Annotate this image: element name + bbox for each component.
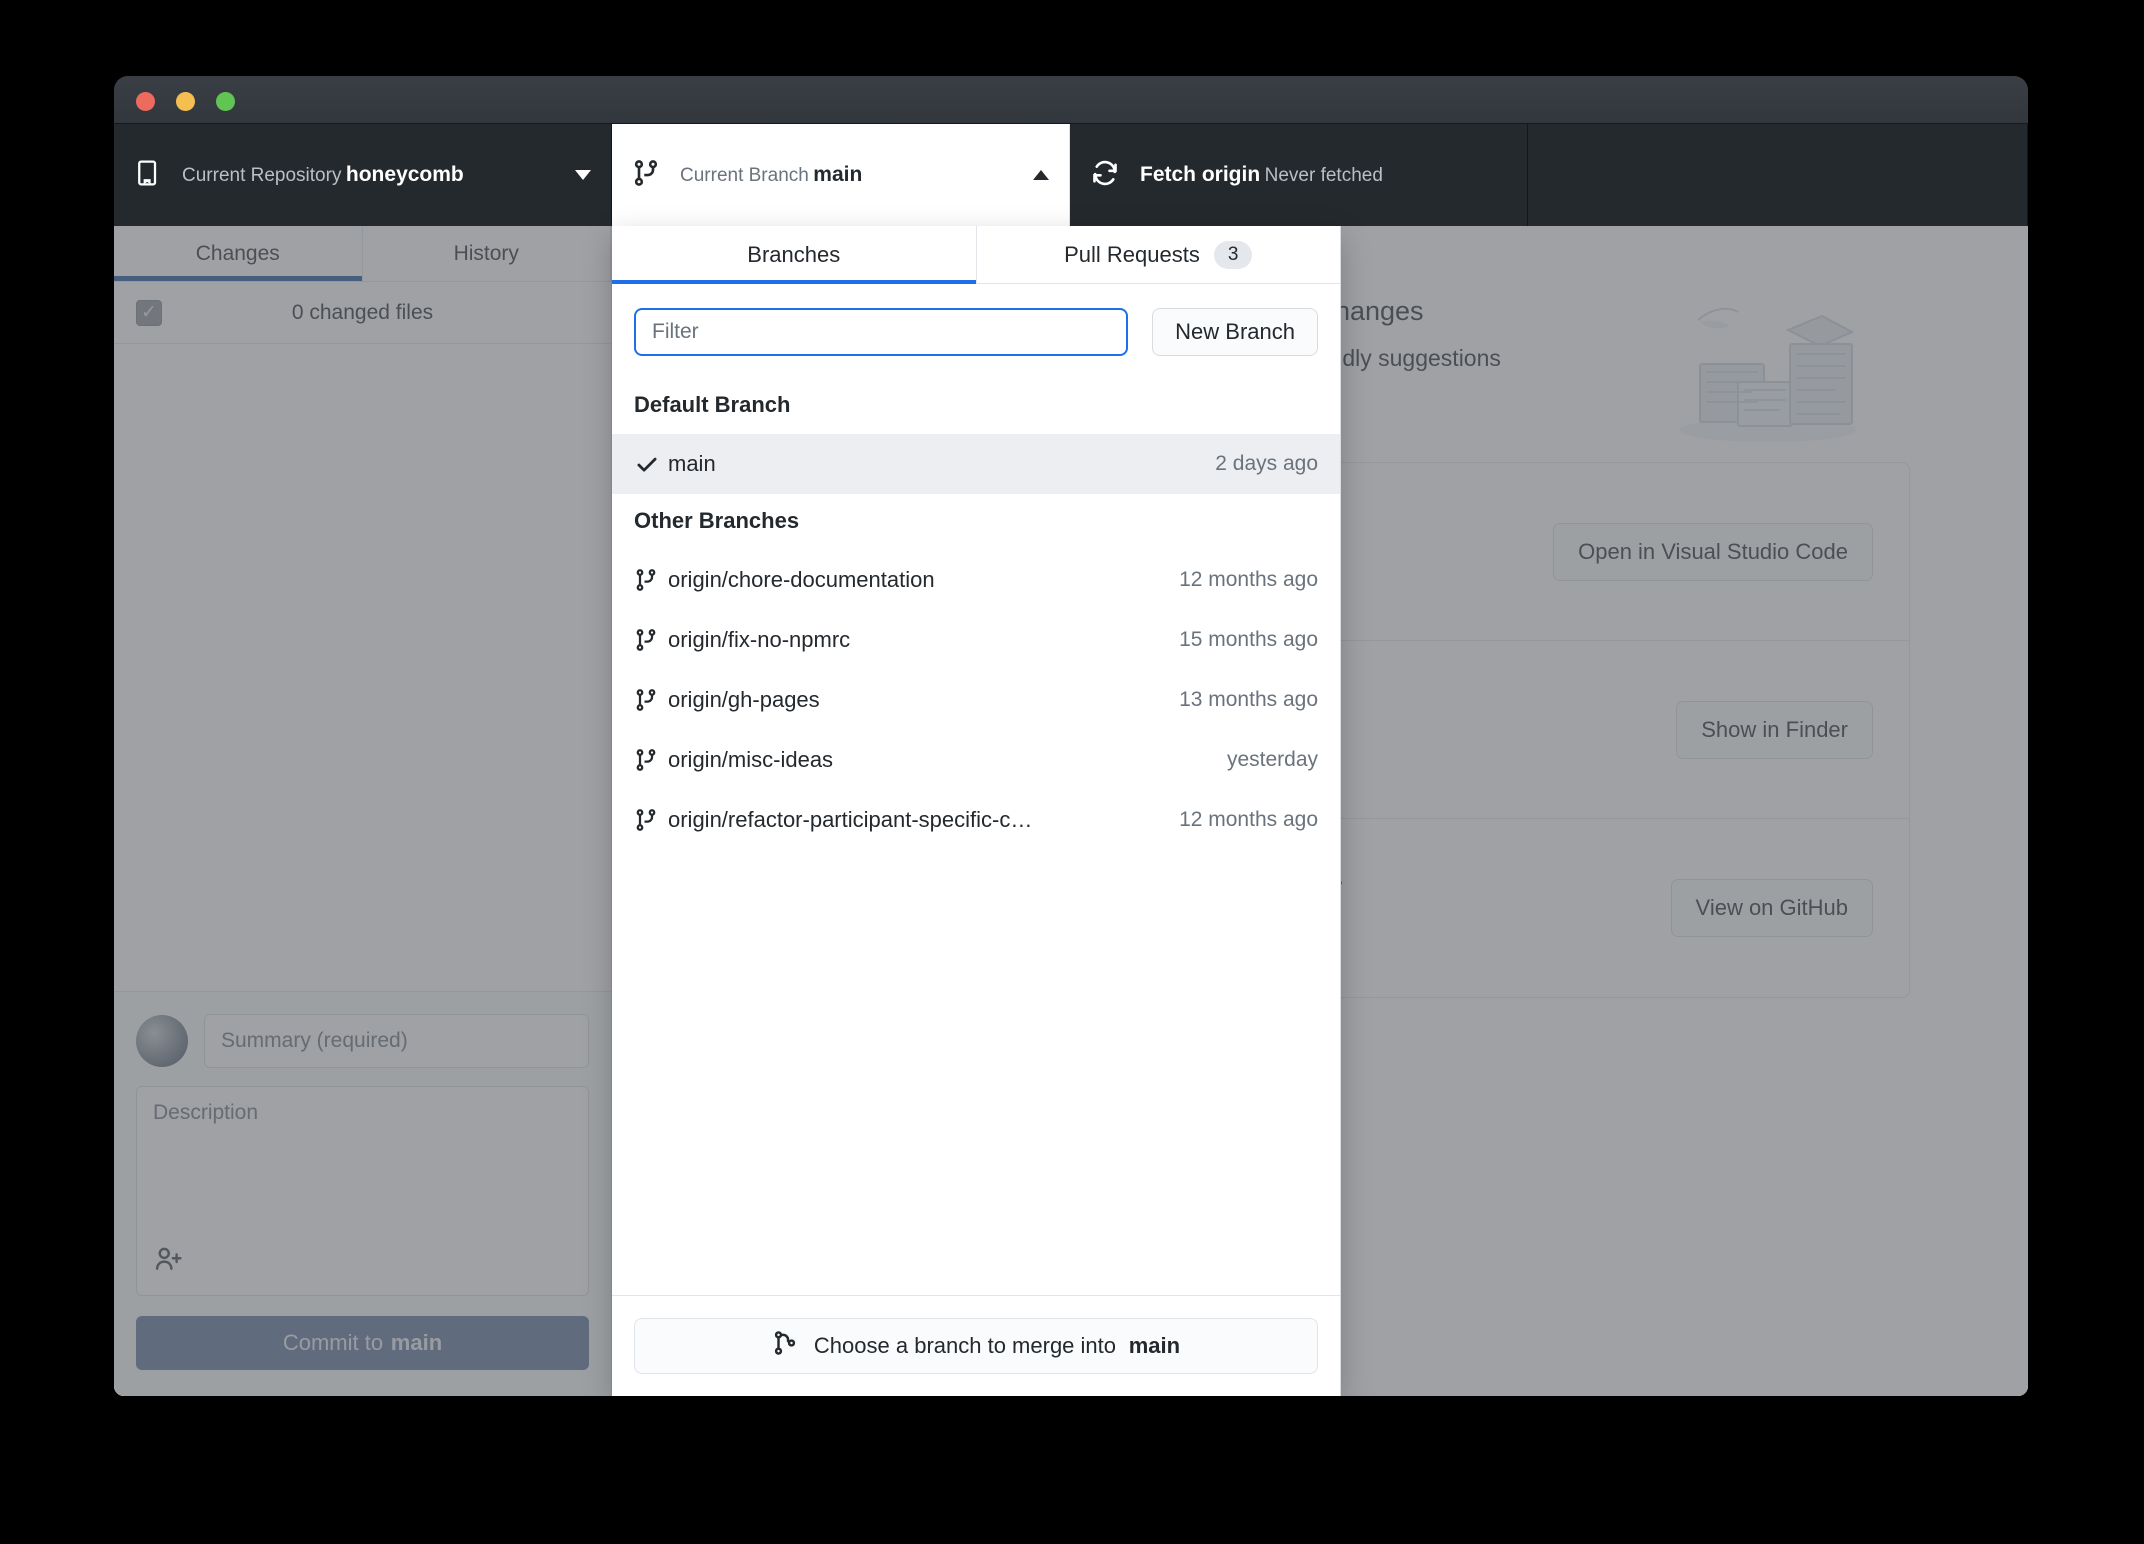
tab-history-label: History xyxy=(453,241,519,265)
branch-group-header: Default Branch xyxy=(634,392,791,417)
changed-file-list[interactable] xyxy=(114,344,611,991)
show-in-finder-button[interactable]: Show in Finder xyxy=(1676,700,1873,759)
branch-list[interactable]: Default Branch main 2 days ago Other Bra… xyxy=(612,378,1340,1295)
github-desktop-window: Current Repository honeycomb Current Bra… xyxy=(114,76,2028,1396)
git-branch-icon xyxy=(632,159,660,192)
merge-button-prefix: Choose a branch to merge into xyxy=(813,1333,1123,1358)
branch-dropdown-panel: Branches Pull Requests 3 Filter New Bran… xyxy=(612,226,1341,1396)
summary-input[interactable]: Summary (required) xyxy=(204,1014,589,1068)
add-coauthor-icon[interactable] xyxy=(153,1244,183,1281)
branch-dropdown-tabs: Branches Pull Requests 3 xyxy=(612,226,1340,284)
avatar xyxy=(136,1015,188,1067)
tab-changes-label: Changes xyxy=(195,241,280,265)
fetch-origin-button[interactable]: Fetch origin Never fetched xyxy=(1070,124,1528,226)
git-branch-icon xyxy=(634,628,668,652)
tab-pull-requests-label: Pull Requests xyxy=(1064,241,1200,267)
current-repository-button[interactable]: Current Repository honeycomb xyxy=(114,124,612,226)
tab-branches[interactable]: Branches xyxy=(612,226,977,284)
git-branch-icon xyxy=(634,748,668,772)
branch-date: yesterday xyxy=(1226,748,1318,771)
branch-list-item[interactable]: origin/refactor-participant-specific-c… … xyxy=(612,790,1340,850)
branch-date: 12 months ago xyxy=(1179,808,1318,831)
summary-row: Summary (required) xyxy=(136,1014,589,1068)
fetch-origin-label: Fetch origin xyxy=(1140,162,1261,186)
changed-files-count: 0 changed files xyxy=(291,300,434,324)
view-on-github-button[interactable]: View on GitHub xyxy=(1670,879,1873,937)
branch-list-item[interactable]: origin/gh-pages 13 months ago xyxy=(612,670,1340,730)
tab-branches-label: Branches xyxy=(747,241,841,267)
branch-list-item[interactable]: origin/misc-ideas yesterday xyxy=(612,730,1340,790)
merge-button-branch: main xyxy=(1128,1333,1181,1358)
app-toolbar: Current Repository honeycomb Current Bra… xyxy=(114,124,2028,226)
git-merge-icon xyxy=(772,1330,798,1362)
current-branch-value: main xyxy=(813,162,863,186)
open-in-editor-button[interactable]: Open in Visual Studio Code xyxy=(1553,522,1873,581)
branch-name: origin/fix-no-npmrc xyxy=(668,627,851,652)
branch-filter-row: Filter New Branch xyxy=(612,284,1340,378)
commit-button-prefix: Commit to xyxy=(282,1330,384,1355)
description-placeholder: Description xyxy=(153,1101,259,1124)
current-repository-label: Current Repository xyxy=(182,164,342,186)
chevron-up-icon xyxy=(1033,170,1049,180)
repo-icon xyxy=(134,159,162,192)
window-titlebar xyxy=(114,76,2028,124)
commit-button-branch: main xyxy=(390,1330,443,1355)
branch-list-item[interactable]: origin/fix-no-npmrc 15 months ago xyxy=(612,610,1340,670)
new-branch-button[interactable]: New Branch xyxy=(1152,308,1318,356)
tab-changes[interactable]: Changes xyxy=(114,226,363,281)
fetch-origin-status: Never fetched xyxy=(1264,164,1383,186)
branch-date: 13 months ago xyxy=(1179,688,1318,711)
branch-date: 15 months ago xyxy=(1179,628,1318,651)
minimize-button[interactable] xyxy=(176,92,195,111)
branch-date: 2 days ago xyxy=(1215,452,1318,475)
pull-requests-count-badge: 3 xyxy=(1213,240,1253,269)
branch-group-header: Other Branches xyxy=(634,508,800,533)
changes-sidebar: Changes History ✓ 0 changed files Summar… xyxy=(114,226,612,1396)
toolbar-filler xyxy=(1528,124,2028,226)
branch-name: origin/gh-pages xyxy=(668,687,820,712)
branch-name: origin/misc-ideas xyxy=(668,747,834,772)
changed-files-header: ✓ 0 changed files xyxy=(114,282,611,344)
branch-list-item[interactable]: main 2 days ago xyxy=(612,434,1340,494)
git-branch-icon xyxy=(634,568,668,592)
branch-filter-input[interactable]: Filter xyxy=(634,308,1129,356)
branch-list-item[interactable]: origin/chore-documentation 12 months ago xyxy=(612,550,1340,610)
branch-dropdown-footer: Choose a branch to merge into main xyxy=(612,1295,1340,1396)
check-icon xyxy=(634,451,668,477)
close-button[interactable] xyxy=(136,92,155,111)
current-branch-label: Current Branch xyxy=(680,164,809,186)
tab-pull-requests[interactable]: Pull Requests 3 xyxy=(977,226,1341,283)
zoom-button[interactable] xyxy=(216,92,235,111)
branch-name: origin/refactor-participant-specific-c… xyxy=(668,807,1033,832)
sync-icon xyxy=(1090,158,1120,193)
current-branch-button[interactable]: Current Branch main xyxy=(612,124,1070,226)
git-branch-icon xyxy=(634,808,668,832)
git-branch-icon xyxy=(634,688,668,712)
commit-to-branch-button[interactable]: Commit to main xyxy=(136,1316,589,1370)
choose-branch-to-merge-button[interactable]: Choose a branch to merge into main xyxy=(634,1318,1318,1374)
branch-name: origin/chore-documentation xyxy=(668,567,935,592)
branch-date: 12 months ago xyxy=(1179,568,1318,591)
commit-form: Summary (required) Description Commit to… xyxy=(114,991,611,1396)
description-input[interactable]: Description xyxy=(136,1086,589,1296)
chevron-down-icon xyxy=(575,170,591,180)
sidebar-tabs: Changes History xyxy=(114,226,611,282)
tab-history[interactable]: History xyxy=(362,226,611,281)
select-all-checkbox[interactable]: ✓ xyxy=(136,299,162,326)
branch-name: main xyxy=(668,451,716,476)
current-repository-value: honeycomb xyxy=(345,162,464,186)
empty-boxes-illustration xyxy=(1638,278,1868,463)
